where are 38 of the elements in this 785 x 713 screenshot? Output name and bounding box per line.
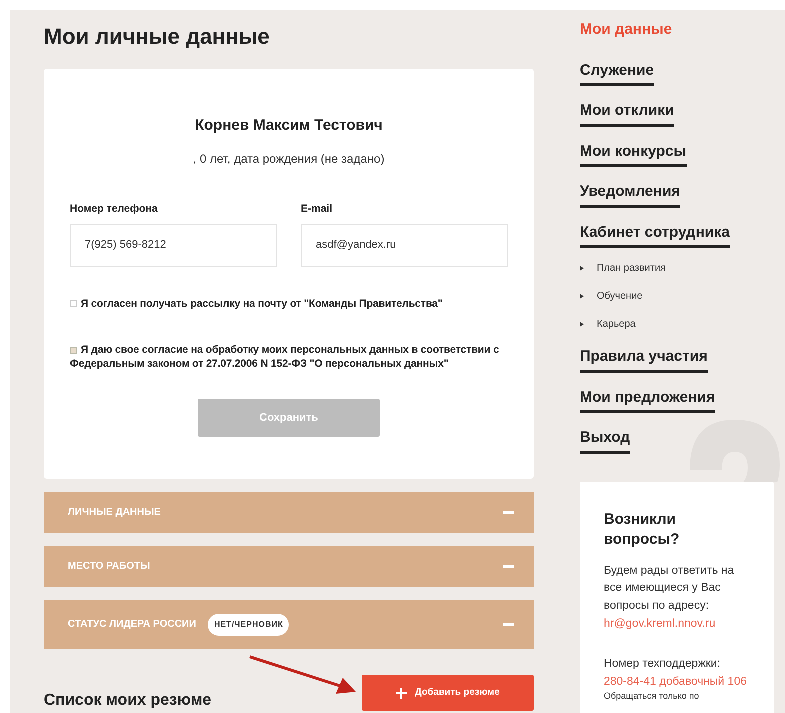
- sidebar-link[interactable]: Уведомления: [580, 181, 680, 208]
- field-label: Номер телефона: [70, 202, 159, 217]
- sidebar-link[interactable]: Кабинет сотрудника: [580, 222, 730, 248]
- sidebar-sublink[interactable]: Обучение: [597, 289, 643, 304]
- accordion-header[interactable]: СТАТУС ЛИДЕРА РОССИИ НЕТ/ЧЕРНОВИК: [44, 600, 534, 650]
- sidebar-sublink[interactable]: План развития: [597, 261, 666, 276]
- help-title: Возникли вопросы?: [604, 510, 681, 550]
- bullet-icon: [580, 294, 584, 299]
- add-resume-button[interactable]: Добавить резюме: [362, 675, 534, 712]
- sidebar-sublink[interactable]: Карьера: [597, 317, 636, 332]
- question-mark-icon: [690, 420, 780, 482]
- sidebar-link[interactable]: Служение: [580, 60, 654, 86]
- section-title: СТАТУС ЛИДЕРА РОССИИ: [68, 618, 196, 632]
- user-name: Корнев Максим Тестович: [194, 116, 384, 136]
- checkbox[interactable]: [70, 300, 77, 308]
- bullet-icon: [580, 266, 584, 271]
- consent-text[interactable]: Я согласен получать рассылку на почту от "Команды Правительства": [70, 296, 508, 311]
- input-field[interactable]: 7(925) 569-8212: [70, 224, 277, 267]
- section-title: МЕСТО РАБОТЫ: [68, 560, 150, 574]
- sidebar-link[interactable]: Мои конкурсы: [580, 140, 687, 167]
- section-heading: Список моих резюме: [44, 691, 212, 712]
- sidebar-link[interactable]: Выход: [580, 427, 630, 454]
- checkbox[interactable]: [70, 346, 77, 354]
- sidebar-link[interactable]: Мои отклики: [580, 100, 674, 126]
- consent-text[interactable]: Я даю свое согласие на обработку моих персональных данных в соответствии с Федеральным законом от 27.07.2006 N 152-ФЗ "О персональных данных": [70, 342, 508, 372]
- help-text: Будем рады ответить на все имеющиеся у Вас вопросы по адресу:: [604, 564, 736, 614]
- sidebar-link[interactable]: Правила участия: [580, 346, 708, 372]
- page-title: Мои личные данные: [44, 24, 271, 50]
- input-field[interactable]: asdf@yandex.ru: [301, 224, 508, 267]
- user-details: , 0 лет, дата рождения (не задано): [192, 150, 386, 168]
- status-badge: НЕТ/ЧЕРНОВИК: [208, 614, 290, 636]
- field-label: E-mail: [301, 202, 334, 217]
- bullet-icon: [580, 322, 584, 327]
- phone-label: Номер техподдержки:: [604, 656, 722, 672]
- note-text: Обращаться только по: [604, 691, 700, 704]
- plus-icon: [396, 688, 408, 699]
- section-title: ЛИЧНЫЕ ДАННЫЕ: [68, 506, 161, 520]
- sidebar-link[interactable]: Мои предложения: [580, 386, 716, 413]
